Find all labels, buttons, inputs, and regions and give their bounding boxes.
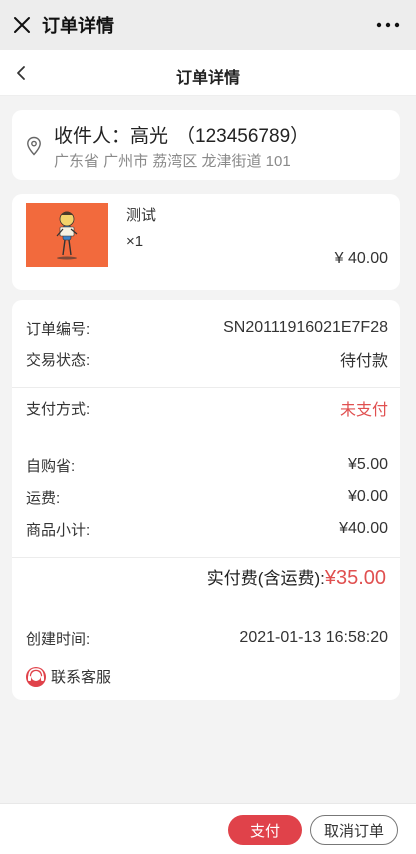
recipient-label: 收件人： (54, 126, 131, 147)
contact-service-label: 联系客服 (51, 668, 112, 686)
wechat-title: 订单详情 (42, 16, 114, 36)
cancel-order-button[interactable]: 取消订单 (310, 815, 398, 845)
order-detail-card: 订单编号: SN20111916021E7F28 交易状态: 待付款 支付方式:… (12, 300, 400, 700)
created-time-label: 创建时间: (26, 630, 91, 648)
product-price: ¥ 40.00 (334, 250, 388, 267)
divider (12, 387, 400, 388)
location-pin-icon (26, 136, 42, 156)
created-time-row: 创建时间: 2021-01-13 16:58:20 (26, 627, 388, 649)
subtotal-row: 商品小计: ¥40.00 (26, 518, 388, 540)
total-paid-value: ¥35.00 (324, 567, 386, 589)
total-paid-label: 实付费(含运费): (206, 569, 325, 588)
self-save-value: ¥5.00 (347, 456, 388, 473)
payment-method-value: 未支付 (339, 402, 388, 419)
pay-button[interactable]: 支付 (228, 815, 302, 845)
order-number-label: 订单编号: (26, 320, 91, 338)
shipping-fee-value: ¥0.00 (347, 488, 388, 505)
total-paid-row: 实付费(含运费): ¥35.00 (207, 564, 386, 590)
recipient-name: 高光 (130, 126, 169, 147)
recipient-phone: （123456789） (176, 126, 310, 147)
close-icon[interactable] (2, 0, 42, 50)
divider (12, 557, 400, 558)
created-time-value: 2021-01-13 16:58:20 (239, 629, 388, 646)
trade-status-value: 待付款 (339, 353, 388, 370)
payment-method-row: 支付方式: 未支付 (26, 397, 388, 420)
contact-service-button[interactable]: 联系客服 (24, 664, 111, 688)
page-nav-bar: 订单详情 (0, 50, 416, 96)
more-menu-icon[interactable] (374, 12, 402, 38)
self-save-row: 自购省: ¥5.00 (26, 454, 388, 476)
trade-status-row: 交易状态: 待付款 (26, 348, 388, 371)
order-number-value: SN20111916021E7F28 (223, 319, 388, 336)
product-quantity: ×1 (126, 233, 144, 250)
self-save-label: 自购省: (26, 457, 76, 475)
product-thumbnail[interactable] (26, 203, 108, 267)
order-number-row: 订单编号: SN20111916021E7F28 (26, 317, 388, 339)
customer-service-icon (24, 664, 48, 688)
address-text: 广东省 广州市 荔湾区 龙津街道 101 (54, 153, 291, 170)
trade-status-label: 交易状态: (26, 351, 91, 369)
address-card[interactable]: 收件人：高光 （123456789） 广东省 广州市 荔湾区 龙津街道 101 (12, 110, 400, 180)
product-card[interactable]: 测试 ×1 ¥ 40.00 (12, 194, 400, 290)
payment-method-label: 支付方式: (26, 400, 91, 418)
recipient-line: 收件人：高光 （123456789） (54, 121, 309, 148)
bottom-action-bar: 支付 取消订单 (0, 803, 416, 854)
product-name: 测试 (126, 207, 157, 224)
shipping-fee-label: 运费: (26, 489, 61, 507)
subtotal-label: 商品小计: (26, 521, 91, 539)
wechat-header: 订单详情 (0, 0, 416, 50)
subtotal-value: ¥40.00 (339, 520, 388, 537)
page-title: 订单详情 (175, 70, 240, 87)
shipping-fee-row: 运费: ¥0.00 (26, 486, 388, 508)
